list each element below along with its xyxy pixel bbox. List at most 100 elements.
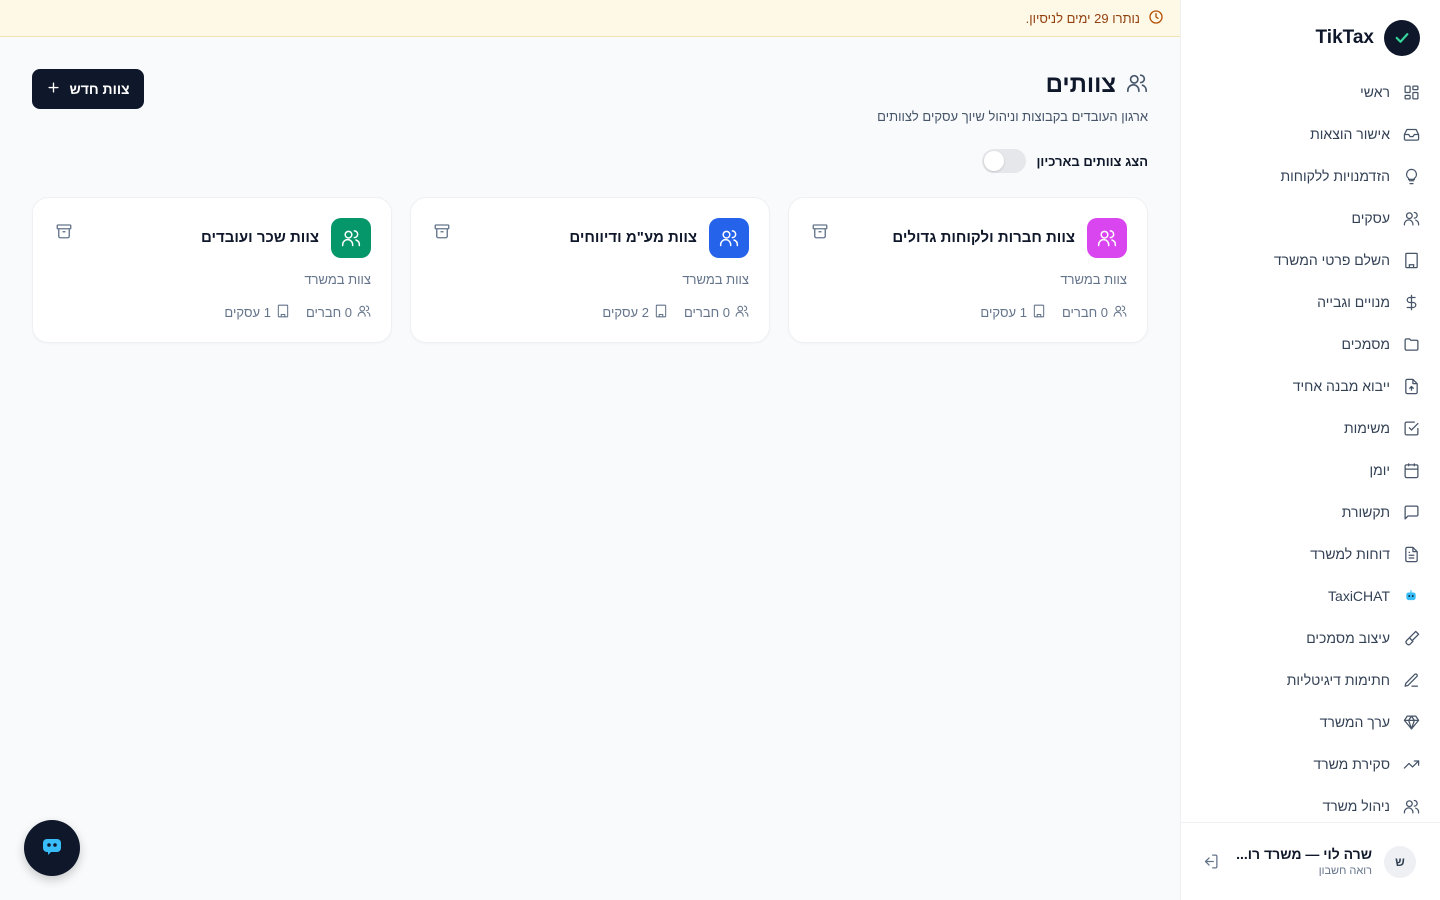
- team-icon: [709, 218, 749, 258]
- archive-icon[interactable]: [55, 222, 73, 240]
- bot-icon: [1402, 587, 1420, 605]
- checkbox-icon: [1402, 419, 1420, 437]
- grid-icon: [1402, 83, 1420, 101]
- sidebar-item-businesses[interactable]: עסקים: [1200, 197, 1420, 239]
- sidebar-item-taxichat[interactable]: TaxiCHAT: [1200, 575, 1420, 617]
- team-members: 0 חברים: [306, 304, 371, 321]
- message-icon: [1402, 503, 1420, 521]
- sidebar-item-label: הזדמנויות ללקוחות: [1280, 168, 1390, 184]
- sidebar-item-label: עסקים: [1351, 210, 1390, 226]
- logout-icon[interactable]: [1200, 852, 1220, 872]
- team-businesses: 1 עסקים: [224, 304, 290, 321]
- archive-toggle-label: הצג צוותים בארכיון: [1036, 153, 1148, 169]
- team-card[interactable]: צוות חברות ולקוחות גדולים צוות במשרד 0 ח…: [788, 197, 1148, 343]
- building-icon: [654, 304, 668, 321]
- trial-text: נותרו 29 ימים לניסיון.: [1025, 10, 1140, 26]
- businesses-count: 2 עסקים: [602, 305, 649, 320]
- sidebar-item-label: אישור הוצאות: [1310, 126, 1390, 142]
- signature-icon: [1402, 671, 1420, 689]
- team-icon: [331, 218, 371, 258]
- archive-switch[interactable]: [982, 149, 1027, 173]
- users-icon: [1402, 209, 1420, 227]
- sidebar-item-label: חתימות דיגיטליות: [1286, 672, 1390, 688]
- clock-icon: [1148, 9, 1164, 28]
- archive-icon[interactable]: [433, 222, 451, 240]
- team-card[interactable]: צוות מע"מ ודיווחים צוות במשרד 0 חברים 2 …: [410, 197, 770, 343]
- sidebar-item-home[interactable]: ראשי: [1200, 71, 1420, 113]
- members-count: 0 חברים: [305, 305, 352, 320]
- sidebar-item-reports[interactable]: דוחות למשרד: [1200, 533, 1420, 575]
- user-role: רואה חשבון: [1318, 865, 1372, 877]
- sidebar-item-tasks[interactable]: משימות: [1200, 407, 1420, 449]
- sidebar-item-label: סקירת משרד: [1313, 756, 1390, 772]
- businesses-count: 1 עסקים: [980, 305, 1027, 320]
- team-type: צוות במשרד: [682, 272, 749, 287]
- dollar-icon: [1402, 293, 1420, 311]
- sidebar-item-label: תקשורת: [1341, 504, 1390, 520]
- sidebar-item-calendar[interactable]: יומן: [1200, 449, 1420, 491]
- sidebar-item-label: משימות: [1344, 420, 1390, 436]
- sidebar-item-label: דוחות למשרד: [1310, 546, 1390, 562]
- users-icon: [357, 304, 371, 321]
- sidebar-item-import[interactable]: ייבוא מבנה אחיד: [1200, 365, 1420, 407]
- team-type: צוות במשרד: [1060, 272, 1127, 287]
- inbox-icon: [1402, 125, 1420, 143]
- archive-toggle[interactable]: הצג צוותים בארכיון: [982, 149, 1148, 173]
- brand[interactable]: TikTax: [1316, 20, 1420, 56]
- team-card[interactable]: צוות שכר ועובדים צוות במשרד 0 חברים 1 עס…: [32, 197, 392, 343]
- team-name: צוות שכר ועובדים: [201, 229, 319, 246]
- main-content: צוותים ארגון העובדים בקבוצות וניהול שיוך…: [0, 37, 1180, 900]
- businesses-count: 1 עסקים: [224, 305, 271, 320]
- trial-banner: נותרו 29 ימים לניסיון.: [0, 0, 1180, 37]
- avatar: ש: [1384, 845, 1416, 878]
- sidebar-item-subscriptions[interactable]: מנויים וגבייה: [1200, 281, 1420, 323]
- teams-grid: צוות חברות ולקוחות גדולים צוות במשרד 0 ח…: [32, 197, 1148, 343]
- sidebar-item-label: עיצוב מסמכים: [1306, 630, 1390, 646]
- chat-bot-button[interactable]: [24, 820, 80, 876]
- page-subtitle: ארגון העובדים בקבוצות וניהול שיוך עסקים …: [877, 109, 1148, 124]
- building-icon: [1032, 304, 1046, 321]
- users-icon: [735, 304, 749, 321]
- building-icon: [1402, 251, 1420, 269]
- sidebar-item-label: TaxiCHAT: [1328, 588, 1390, 604]
- sidebar-item-label: ראשי: [1360, 84, 1390, 100]
- team-icon: [1087, 218, 1127, 258]
- sidebar-nav: ראשי אישור הוצאות הזדמנויות ללקוחות עסקי…: [1200, 71, 1420, 827]
- calendar-icon: [1402, 461, 1420, 479]
- team-name: צוות מע"מ ודיווחים: [569, 229, 697, 246]
- new-team-button[interactable]: צוות חדש: [32, 69, 144, 109]
- brand-name: TikTax: [1315, 27, 1374, 48]
- sidebar-item-opportunities[interactable]: הזדמנויות ללקוחות: [1200, 155, 1420, 197]
- sidebar-item-doc-design[interactable]: עיצוב מסמכים: [1200, 617, 1420, 659]
- sidebar-item-documents[interactable]: מסמכים: [1200, 323, 1420, 365]
- sidebar-item-office-review[interactable]: סקירת משרד: [1200, 743, 1420, 785]
- sidebar-item-label: מנויים וגבייה: [1317, 294, 1390, 310]
- sidebar-item-expense-approval[interactable]: אישור הוצאות: [1200, 113, 1420, 155]
- sidebar-item-office-value[interactable]: ערך המשרד: [1200, 701, 1420, 743]
- page-title: צוותים: [1045, 71, 1116, 98]
- sidebar-item-signatures[interactable]: חתימות דיגיטליות: [1200, 659, 1420, 701]
- members-count: 0 חברים: [683, 305, 730, 320]
- sidebar-item-label: ייבוא מבנה אחיד: [1292, 378, 1390, 394]
- sidebar-item-label: ניהול משרד: [1322, 798, 1390, 814]
- user-profile[interactable]: ש שרה לוי — משרד רו... רואה חשבון: [1180, 822, 1440, 900]
- team-members: 0 חברים: [1062, 304, 1127, 321]
- building-icon: [276, 304, 290, 321]
- team-businesses: 1 עסקים: [980, 304, 1046, 321]
- bot-icon: [40, 834, 64, 863]
- team-name: צוות חברות ולקוחות גדולים: [892, 229, 1075, 246]
- archive-icon[interactable]: [811, 222, 829, 240]
- sidebar-item-office-management[interactable]: ניהול משרד: [1200, 785, 1420, 827]
- sidebar-item-label: יומן: [1369, 462, 1390, 478]
- team-businesses: 2 עסקים: [602, 304, 668, 321]
- sidebar-item-communication[interactable]: תקשורת: [1200, 491, 1420, 533]
- team-members: 0 חברים: [684, 304, 749, 321]
- sidebar: TikTax ראשי אישור הוצאות הזדמנויות ללקוח…: [1180, 0, 1440, 900]
- members-count: 0 חברים: [1061, 305, 1108, 320]
- team-type: צוות במשרד: [304, 272, 371, 287]
- users-icon: [1402, 797, 1420, 815]
- file-text-icon: [1402, 545, 1420, 563]
- file-upload-icon: [1402, 377, 1420, 395]
- sidebar-item-office-details[interactable]: השלם פרטי המשרד: [1200, 239, 1420, 281]
- brush-icon: [1402, 629, 1420, 647]
